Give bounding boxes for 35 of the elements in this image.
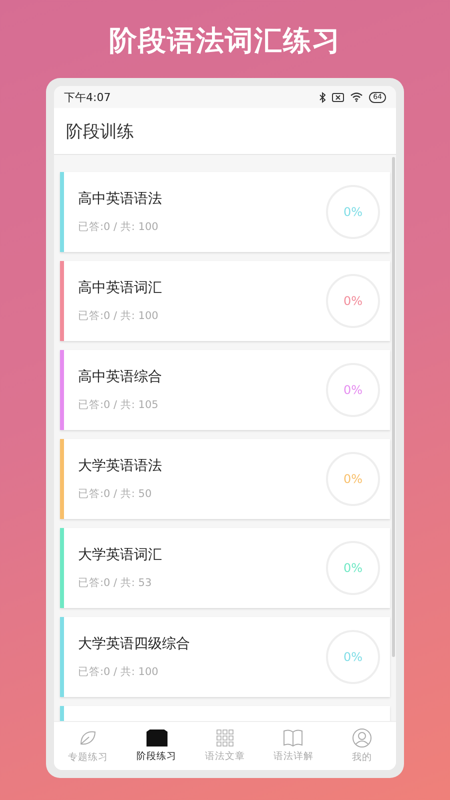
folder-icon xyxy=(146,729,168,747)
progress-text: 已答:0 / 共: 100 xyxy=(78,665,160,679)
page-title: 阶段训练 xyxy=(66,120,134,142)
wifi-icon xyxy=(350,92,364,102)
progress-ring: 0% xyxy=(326,630,380,684)
progress-ring: 0% xyxy=(326,363,380,417)
progress-ring: 0% xyxy=(326,452,380,506)
card-title: 高中英语语法 xyxy=(78,190,163,208)
nav-tab[interactable]: 阶段练习 xyxy=(122,722,191,770)
practice-card[interactable]: 大学英语语法 已答:0 / 共: 50 0% xyxy=(60,439,390,519)
card-title: 大学英语语法 xyxy=(78,457,163,475)
progress-text: 已答:0 / 共: 100 xyxy=(78,220,160,234)
progress-ring: 0% xyxy=(326,274,380,328)
status-time: 下午4:07 xyxy=(64,90,111,104)
practice-card[interactable]: 高中英语语法 已答:0 / 共: 100 0% xyxy=(60,172,390,252)
card-title: 高中英语词汇 xyxy=(78,279,163,297)
book-icon xyxy=(283,729,304,747)
sim-x-icon xyxy=(332,92,344,102)
progress-text: 已答:0 / 共: 53 xyxy=(78,576,153,590)
progress-text: 已答:0 / 共: 50 xyxy=(78,487,153,501)
practice-card[interactable]: 高中英语词汇 已答:0 / 共: 100 0% xyxy=(60,261,390,341)
bluetooth-icon xyxy=(319,92,326,102)
practice-card[interactable]: 大学英语四级综合 已答:0 / 共: 100 0% xyxy=(60,617,390,697)
progress-text: 已答:0 / 共: 105 xyxy=(78,398,160,412)
grid-icon xyxy=(216,729,234,747)
practice-card[interactable]: 高中英语综合 已答:0 / 共: 105 0% xyxy=(60,350,390,430)
progress-ring: 0% xyxy=(326,541,380,595)
user-icon xyxy=(352,728,372,748)
progress-ring: 0% xyxy=(326,185,380,239)
card-title: 大学英语词汇 xyxy=(78,546,163,564)
card-title: 大学英语四级综合 xyxy=(78,635,191,653)
card-title: 高中英语综合 xyxy=(78,368,163,386)
practice-card[interactable]: 大学英语词汇 已答:0 / 共: 53 0% xyxy=(60,528,390,608)
progress-text: 已答:0 / 共: 100 xyxy=(78,309,160,323)
banner-title: 阶段语法词汇练习 xyxy=(109,23,341,59)
